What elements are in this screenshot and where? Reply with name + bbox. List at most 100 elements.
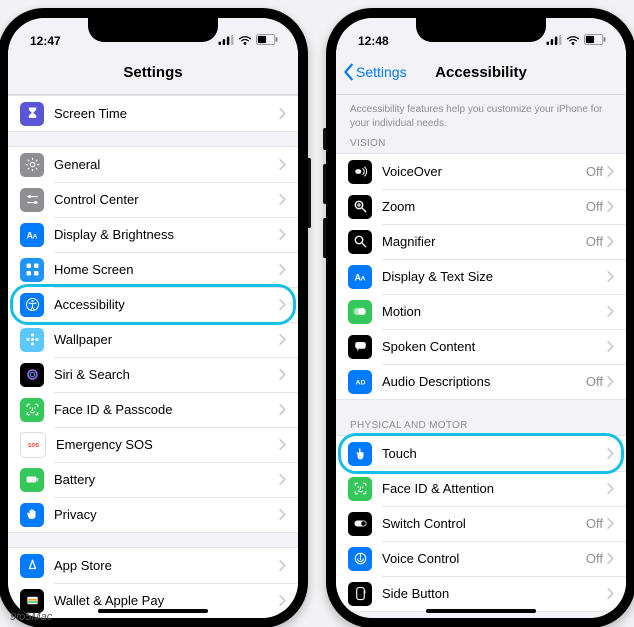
zoom-icon: [348, 195, 372, 219]
row-label: Face ID & Attention: [382, 481, 607, 496]
battery-icon: [20, 468, 44, 492]
settings-row-siri-search[interactable]: Siri & Search: [8, 357, 298, 392]
faceid-icon: [20, 398, 44, 422]
motion-icon: [348, 300, 372, 324]
nav-bar: Settings Accessibility: [336, 50, 626, 95]
row-label: Side Button: [382, 586, 607, 601]
home-indicator[interactable]: [98, 609, 208, 613]
row-value: Off: [586, 199, 603, 214]
text-size-icon: AA: [348, 265, 372, 289]
settings-row-switch-control[interactable]: Switch ControlOff: [336, 506, 626, 541]
settings-row-side-button[interactable]: Side Button: [336, 576, 626, 611]
battery-icon: [584, 34, 606, 48]
page-title: Accessibility: [435, 64, 527, 81]
settings-row-magnifier[interactable]: MagnifierOff: [336, 224, 626, 259]
page-title: Settings: [123, 64, 182, 81]
settings-row-motion[interactable]: Motion: [336, 294, 626, 329]
svg-text:AD: AD: [355, 380, 365, 387]
settings-row-app-store[interactable]: App Store: [8, 548, 298, 583]
row-label: Battery: [54, 472, 279, 487]
section-header: PHYSICAL AND MOTOR: [336, 414, 626, 435]
settings-row-general[interactable]: General: [8, 147, 298, 182]
chevron-right-icon: [279, 108, 286, 119]
home-indicator[interactable]: [426, 609, 536, 613]
chevron-right-icon: [279, 404, 286, 415]
notch: [416, 18, 546, 42]
settings-row-wallpaper[interactable]: Wallpaper: [8, 322, 298, 357]
accessibility-icon: [20, 293, 44, 317]
settings-row-voice-control[interactable]: Voice ControlOff: [336, 541, 626, 576]
row-label: App Store: [54, 558, 279, 573]
voice-ctrl-icon: [348, 547, 372, 571]
row-label: Touch: [382, 446, 607, 461]
row-label: Accessibility: [54, 297, 279, 312]
touch-icon: [348, 442, 372, 466]
back-button[interactable]: Settings: [342, 63, 407, 81]
settings-row-face-id-passcode[interactable]: Face ID & Passcode: [8, 392, 298, 427]
chevron-right-icon: [607, 553, 614, 564]
settings-row-voiceover[interactable]: VoiceOverOff: [336, 154, 626, 189]
row-label: Screen Time: [54, 106, 279, 121]
settings-row-audio-descriptions[interactable]: ADAudio DescriptionsOff: [336, 364, 626, 399]
flower-icon: [20, 328, 44, 352]
sos-icon: SOS: [20, 432, 46, 458]
siri-icon: [20, 363, 44, 387]
settings-row-emergency-sos[interactable]: SOSEmergency SOS: [8, 427, 298, 462]
chevron-right-icon: [279, 560, 286, 571]
chevron-right-icon: [607, 588, 614, 599]
row-label: Display & Brightness: [54, 227, 279, 242]
section-description: Accessibility features help you customiz…: [336, 95, 626, 132]
content-scroll[interactable]: Screen Time GeneralControl CenterAADispla…: [8, 95, 298, 618]
row-value: Off: [586, 234, 603, 249]
wifi-icon: [566, 34, 580, 48]
settings-row-screen-time[interactable]: Screen Time: [8, 96, 298, 131]
gear-icon: [20, 153, 44, 177]
chevron-right-icon: [279, 264, 286, 275]
switch-icon: [348, 512, 372, 536]
chevron-right-icon: [607, 376, 614, 387]
settings-row-privacy[interactable]: Privacy: [8, 497, 298, 532]
settings-row-spoken-content[interactable]: Spoken Content: [336, 329, 626, 364]
status-time: 12:47: [30, 34, 61, 48]
settings-row-zoom[interactable]: ZoomOff: [336, 189, 626, 224]
appstore-icon: [20, 554, 44, 578]
row-label: Privacy: [54, 507, 279, 522]
chevron-right-icon: [607, 236, 614, 247]
chevron-right-icon: [279, 474, 286, 485]
chevron-right-icon: [607, 306, 614, 317]
settings-row-touch[interactable]: Touch: [336, 436, 626, 471]
settings-row-control-center[interactable]: Control Center: [8, 182, 298, 217]
settings-row-accessibility[interactable]: Accessibility: [8, 287, 298, 322]
sliders-icon: [20, 188, 44, 212]
speech-icon: [348, 335, 372, 359]
settings-row-battery[interactable]: Battery: [8, 462, 298, 497]
status-time: 12:48: [358, 34, 389, 48]
chevron-right-icon: [279, 369, 286, 380]
chevron-right-icon: [279, 159, 286, 170]
row-label: Display & Text Size: [382, 269, 607, 284]
chevron-right-icon: [607, 518, 614, 529]
row-label: Spoken Content: [382, 339, 607, 354]
grid-icon: [20, 258, 44, 282]
content-scroll[interactable]: Accessibility features help you customiz…: [336, 95, 626, 618]
chevron-right-icon: [279, 194, 286, 205]
row-label: Siri & Search: [54, 367, 279, 382]
row-label: Home Screen: [54, 262, 279, 277]
chevron-right-icon: [279, 334, 286, 345]
row-value: Off: [586, 516, 603, 531]
battery-icon: [256, 34, 278, 48]
wallet-icon: [20, 589, 44, 613]
image-credit: 9to5Mac: [10, 611, 52, 623]
row-label: Motion: [382, 304, 607, 319]
row-label: Wallet & Apple Pay: [54, 593, 279, 608]
settings-row-home-screen[interactable]: Home Screen: [8, 252, 298, 287]
settings-row-display-brightness[interactable]: AADisplay & Brightness: [8, 217, 298, 252]
row-label: Face ID & Passcode: [54, 402, 279, 417]
settings-row-face-id-attention[interactable]: Face ID & Attention: [336, 471, 626, 506]
phone-right: 12:48 Settings Accessibility Accessibility …: [326, 8, 634, 627]
row-label: Zoom: [382, 199, 586, 214]
settings-row-display-text-size[interactable]: AA Display & Text Size: [336, 259, 626, 294]
chevron-right-icon: [279, 299, 286, 310]
chevron-right-icon: [279, 229, 286, 240]
chevron-right-icon: [607, 341, 614, 352]
